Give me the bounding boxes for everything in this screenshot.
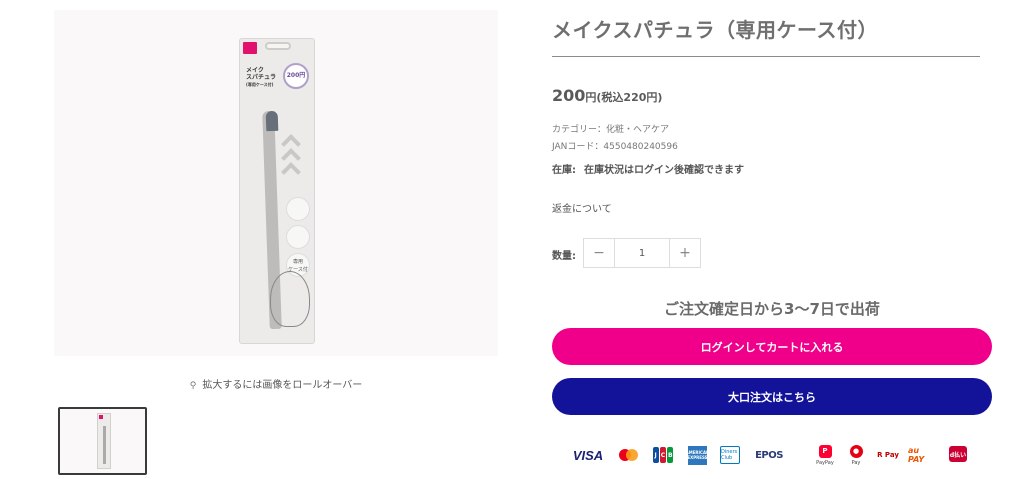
quantity-increase-button[interactable]: +: [670, 239, 700, 267]
product-title: メイクスパチュラ（専用ケース付）: [552, 14, 980, 57]
stock-text: 在庫状況はログイン後確認できます: [584, 165, 744, 176]
jcb-letter: C: [659, 447, 667, 463]
jcb-letter: B: [667, 447, 674, 463]
bulk-order-button[interactable]: 大口注文はこちら: [552, 378, 992, 415]
epos-logo: EPOS: [755, 449, 783, 461]
shipping-notice: ご注文確定日から3〜7日で出荷: [664, 300, 880, 318]
thumbnail-image: [97, 413, 111, 469]
pay-text: Pay: [851, 459, 861, 466]
illustration-face: [270, 271, 310, 327]
rakuten-pay-text: R Pay: [877, 451, 899, 459]
rakuten-pay-logo: R Pay: [876, 441, 900, 469]
product-package: メイク スパチュラ (専用ケース付) 200円 専用 ケース付: [239, 38, 315, 344]
login-add-to-cart-button[interactable]: ログインしてカートに入れる: [552, 328, 992, 365]
price-value: 200: [552, 86, 586, 105]
amex-logo: AMERICAN EXPRESS: [686, 441, 709, 469]
stock-label: 在庫:: [552, 165, 576, 176]
diners-logo: Diners Club: [720, 441, 740, 469]
product-main-image[interactable]: メイク スパチュラ (専用ケース付) 200円 専用 ケース付: [54, 10, 498, 356]
pay-logo: ● Pay: [846, 441, 866, 469]
brand-logo: [243, 42, 257, 54]
pay-icon: ●: [849, 444, 863, 458]
amex-text: AMERICAN EXPRESS: [686, 445, 709, 465]
product-price: 200円(税込220円): [552, 86, 662, 105]
search-icon: ⚲: [189, 381, 197, 391]
quantity-label: 数量:: [552, 251, 576, 262]
quantity-input[interactable]: 1: [614, 239, 670, 267]
package-subtitle-text: (専用ケース付): [246, 82, 274, 87]
quantity-stepper: − 1 +: [583, 238, 701, 268]
thumbnail-1[interactable]: [58, 407, 147, 475]
price-tax-note: 円(税込220円): [585, 91, 663, 104]
visa-logo: VISA: [572, 447, 604, 463]
jcb-letter: J: [652, 447, 659, 463]
zoom-hint: ⚲ 拡大するには画像をロールオーバー: [54, 376, 498, 391]
package-title: メイク スパチュラ (専用ケース付): [246, 67, 282, 88]
paypay-logo: P PayPay: [814, 441, 836, 469]
paypay-icon: P: [818, 444, 832, 458]
d-payment-text: d払い: [949, 446, 967, 462]
jcb-logo: JCB: [652, 441, 674, 469]
stock-status: 在庫: 在庫状況はログイン後確認できます: [552, 161, 744, 176]
feature-bubble: [286, 225, 310, 249]
spatula-blade: [265, 110, 279, 132]
chevron-up-icon: [281, 162, 301, 182]
product-category: カテゴリー：化粧・ヘアケア: [552, 125, 670, 135]
product-jan-code: JANコード：4550480240596: [552, 142, 678, 152]
diners-text: Diners Club: [720, 446, 740, 464]
package-title-text: メイク スパチュラ: [246, 67, 277, 81]
refund-link[interactable]: 返金について: [552, 200, 612, 215]
mastercard-logo: [618, 441, 640, 469]
au-pay-logo: au PAY: [908, 446, 925, 464]
package-price-badge: 200円: [283, 63, 309, 89]
feature-bubble: [286, 197, 310, 221]
quantity-decrease-button[interactable]: −: [584, 239, 614, 267]
d-payment-logo: d払い: [947, 441, 969, 469]
hang-tab: [265, 42, 291, 50]
paypay-text: PayPay: [816, 459, 834, 466]
zoom-hint-text: 拡大するには画像をロールオーバー: [202, 380, 363, 391]
